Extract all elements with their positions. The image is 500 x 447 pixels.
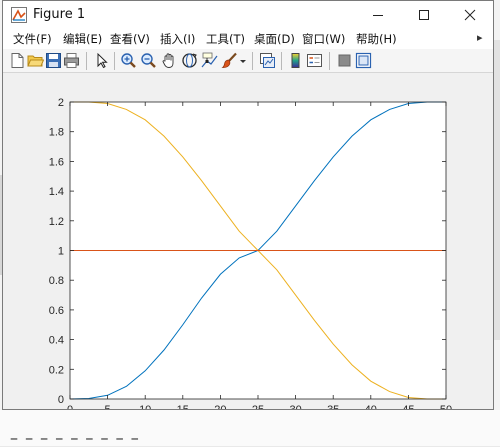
maximize-icon	[419, 10, 429, 20]
colorbar-icon[interactable]	[287, 52, 304, 69]
matlab-figure-icon	[11, 7, 27, 23]
minimize-button[interactable]	[355, 1, 401, 29]
y-tick-label: 1	[58, 246, 64, 258]
x-tick-label: 25	[252, 404, 264, 409]
close-button[interactable]	[447, 1, 493, 29]
menu-tools[interactable]: 工具(T)	[206, 31, 245, 47]
toolbar-separator	[281, 52, 282, 70]
y-tick-label: 1.8	[49, 127, 64, 139]
save-icon[interactable]	[45, 52, 62, 69]
toolbar-separator	[329, 52, 330, 70]
x-tick-label: 5	[105, 404, 111, 409]
background-document-text: – – – – – – – – –	[10, 428, 140, 447]
figure-toolbar	[3, 49, 493, 73]
chevron-right-icon[interactable]: ▸	[477, 31, 483, 44]
window-title: Figure 1	[33, 7, 86, 22]
y-tick-label: 1.6	[49, 156, 64, 168]
toolbar-separator	[114, 52, 115, 70]
minimize-icon	[373, 15, 383, 16]
open-file-icon[interactable]	[27, 52, 44, 69]
y-tick-label: 0.4	[49, 335, 64, 347]
hide-plot-tools-icon[interactable]	[336, 52, 353, 69]
menu-view[interactable]: 查看(V)	[110, 31, 150, 47]
y-tick-label: 0	[58, 394, 64, 406]
y-tick-label: 0.6	[49, 305, 64, 317]
figure-window: Figure 1 文件(F) 编辑(E) 查看(V) 插入(I) 工具(T) 桌…	[2, 0, 494, 410]
y-tick-label: 1.4	[49, 186, 64, 198]
title-bar[interactable]: Figure 1	[3, 1, 493, 29]
y-tick-label: 0.8	[49, 275, 64, 287]
new-figure-icon[interactable]	[9, 52, 26, 69]
y-tick-label: 0.2	[49, 364, 64, 376]
y-tick-label: 2	[58, 97, 64, 109]
menu-desktop[interactable]: 桌面(D)	[254, 31, 295, 47]
menu-help[interactable]: 帮助(H)	[356, 31, 397, 47]
link-plot-icon[interactable]	[259, 52, 276, 69]
show-plot-tools-icon[interactable]	[355, 52, 372, 69]
toolbar-separator	[252, 52, 253, 70]
zoom-in-icon[interactable]	[120, 52, 137, 69]
x-tick-label: 40	[365, 404, 377, 409]
legend-icon[interactable]	[306, 52, 323, 69]
zoom-out-icon[interactable]	[140, 52, 157, 69]
x-tick-label: 15	[177, 404, 189, 409]
x-tick-label: 45	[402, 404, 414, 409]
menu-insert[interactable]: 插入(I)	[160, 31, 195, 47]
x-tick-label: 50	[440, 404, 452, 409]
menu-file[interactable]: 文件(F)	[13, 31, 52, 47]
x-tick-label: 10	[139, 404, 151, 409]
line-plot[interactable]: 0 5 10 15 20 25 30 35 40 45 50 0 0.2 0.4 0.6 0.8 1 1.2 1.4…	[3, 73, 493, 409]
menu-bar: 文件(F) 编辑(E) 查看(V) 插入(I) 工具(T) 桌面(D) 窗口(W…	[3, 29, 493, 49]
figure-canvas[interactable]: 0 5 10 15 20 25 30 35 40 45 50 0 0.2 0.4 0.6 0.8 1 1.2 1.4…	[3, 73, 493, 409]
close-icon	[464, 9, 476, 21]
menu-window[interactable]: 窗口(W)	[302, 31, 345, 47]
pan-icon[interactable]	[161, 52, 178, 69]
x-tick-label: 35	[327, 404, 339, 409]
x-tick-label: 30	[289, 404, 301, 409]
pointer-icon[interactable]	[93, 52, 110, 69]
brush-icon[interactable]	[221, 52, 238, 69]
menu-edit[interactable]: 编辑(E)	[63, 31, 102, 47]
print-icon[interactable]	[63, 52, 80, 69]
x-tick-label: 0	[67, 404, 73, 409]
toolbar-separator	[86, 52, 87, 70]
data-cursor-icon[interactable]	[201, 52, 218, 69]
brush-dropdown-icon[interactable]	[239, 52, 247, 69]
y-tick-label: 1.2	[49, 216, 64, 228]
maximize-button[interactable]	[401, 1, 447, 29]
x-tick-label: 20	[214, 404, 226, 409]
rotate-3d-icon[interactable]	[181, 52, 198, 69]
